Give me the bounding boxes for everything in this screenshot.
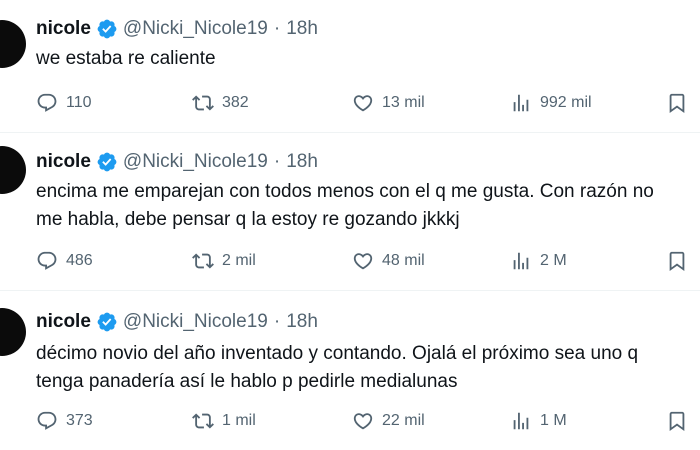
reply-icon [37, 411, 57, 430]
verified-icon [96, 311, 118, 333]
author-name[interactable]: nicole [36, 17, 91, 41]
views-icon [513, 94, 529, 112]
views-button[interactable]: 992 mil [510, 88, 592, 118]
bookmark-icon [669, 251, 685, 272]
retweet-icon [192, 95, 214, 111]
timestamp[interactable]: 18h [286, 150, 318, 174]
like-icon [353, 413, 373, 430]
retweet-count: 382 [222, 94, 249, 111]
timestamp[interactable]: 18h [286, 17, 318, 41]
avatar[interactable] [0, 308, 26, 356]
retweet-button[interactable]: 2 mil [192, 246, 256, 276]
tweet-divider [0, 290, 700, 291]
author-handle[interactable]: @Nicki_Nicole19 [123, 310, 268, 334]
verified-icon [96, 18, 118, 40]
views-button[interactable]: 1 M [510, 406, 567, 436]
reply-button[interactable]: 110 [36, 88, 92, 118]
views-count: 992 mil [540, 94, 592, 111]
like-icon [353, 253, 373, 270]
tweet-actions: 110 382 13 mil 992 mil [36, 88, 700, 118]
like-button[interactable]: 13 mil [352, 88, 425, 118]
timestamp[interactable]: 18h [286, 310, 318, 334]
retweet-button[interactable]: 382 [192, 88, 249, 118]
tweet-header: nicole @Nicki_Nicole19 · 18h [36, 150, 318, 174]
bookmark-button[interactable] [666, 410, 688, 437]
views-button[interactable]: 2 M [510, 246, 567, 276]
bookmark-button[interactable] [666, 250, 688, 277]
views-icon [513, 252, 529, 270]
tweet-header: nicole @Nicki_Nicole19 · 18h [36, 17, 318, 41]
verified-icon [96, 151, 118, 173]
reply-button[interactable]: 486 [36, 246, 93, 276]
tweet-text: we estaba re caliente [36, 48, 216, 69]
reply-icon [37, 251, 57, 270]
retweet-icon [192, 253, 214, 269]
bookmark-icon [669, 411, 685, 432]
bookmark-button[interactable] [666, 92, 688, 119]
avatar[interactable] [0, 20, 26, 68]
retweet-button[interactable]: 1 mil [192, 406, 256, 436]
like-count: 13 mil [382, 94, 425, 111]
views-icon [513, 412, 529, 430]
tweet-header: nicole @Nicki_Nicole19 · 18h [36, 310, 318, 334]
separator-dot: · [273, 151, 281, 172]
reply-button[interactable]: 373 [36, 406, 93, 436]
author-handle[interactable]: @Nicki_Nicole19 [123, 150, 268, 174]
tweet-divider [0, 132, 700, 133]
like-count: 22 mil [382, 412, 425, 429]
views-count: 1 M [540, 412, 567, 429]
retweet-icon [192, 413, 214, 429]
retweet-count: 2 mil [222, 252, 256, 269]
like-icon [353, 95, 373, 112]
tweet-actions: 486 2 mil 48 mil 2 M [36, 246, 700, 276]
avatar[interactable] [0, 146, 26, 194]
tweet-actions: 373 1 mil 22 mil 1 M [36, 406, 700, 436]
like-button[interactable]: 48 mil [352, 246, 425, 276]
retweet-count: 1 mil [222, 412, 256, 429]
separator-dot: · [273, 311, 281, 332]
views-count: 2 M [540, 252, 567, 269]
reply-icon [37, 93, 57, 112]
bookmark-icon [669, 93, 685, 114]
tweet-text: encima me emparejan con todos menos con … [36, 181, 654, 230]
author-name[interactable]: nicole [36, 310, 91, 334]
like-button[interactable]: 22 mil [352, 406, 425, 436]
separator-dot: · [273, 18, 281, 39]
reply-count: 373 [66, 412, 93, 429]
author-name[interactable]: nicole [36, 150, 91, 174]
reply-count: 486 [66, 252, 93, 269]
tweet-text: décimo novio del año inventado y contand… [36, 343, 639, 392]
reply-count: 110 [66, 94, 92, 111]
like-count: 48 mil [382, 252, 425, 269]
author-handle[interactable]: @Nicki_Nicole19 [123, 17, 268, 41]
